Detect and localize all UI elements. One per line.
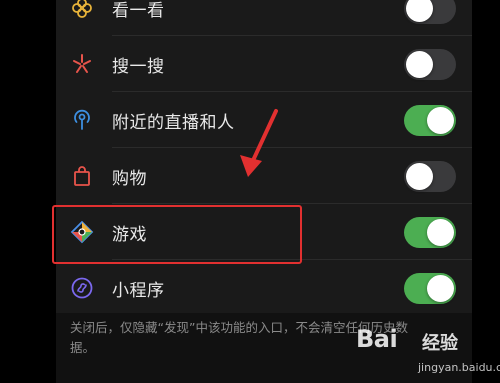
toggle-switch[interactable] (404, 104, 456, 136)
live-location-icon (68, 106, 96, 134)
setting-label: 购物 (112, 168, 147, 189)
setting-label: 附近的直播和人 (112, 112, 235, 133)
toggle-knob (406, 162, 433, 190)
toggle-switch[interactable] (404, 272, 456, 304)
watermark-sub: 经验 (422, 333, 458, 354)
shopping-bag-icon (68, 162, 96, 190)
setting-row-search: 搜一搜 (56, 36, 472, 92)
toggle-knob (427, 274, 454, 302)
setting-row-mini-program: 小程序 (56, 260, 472, 316)
toggle-switch[interactable] (404, 48, 456, 80)
mini-program-icon (68, 274, 96, 302)
setting-label: 搜一搜 (112, 56, 165, 77)
annotation-highlight-box (52, 205, 302, 264)
toggle-knob (427, 106, 454, 134)
settings-screen: 看一看 搜一搜 附近的直播和人 购物 游戏 小程序 关闭后，仅隐藏“发现”中该功… (0, 0, 500, 383)
toggle-switch[interactable] (404, 216, 456, 248)
toggle-switch[interactable] (404, 0, 456, 24)
toggle-switch[interactable] (404, 160, 456, 192)
setting-label: 小程序 (112, 280, 165, 301)
setting-label: 看一看 (112, 0, 165, 21)
star-burst-icon (68, 50, 96, 78)
toggle-knob (406, 0, 433, 22)
setting-row-look: 看一看 (56, 0, 472, 36)
flower-icon (68, 0, 96, 22)
baidu-watermark: Bai 经验 jingyan.baidu.com (356, 325, 500, 381)
watermark-url: jingyan.baidu.com (418, 361, 500, 374)
annotation-arrow (240, 109, 278, 177)
toggle-knob (406, 50, 433, 78)
toggle-knob (427, 218, 454, 246)
watermark-logo-text: Bai (356, 325, 398, 353)
